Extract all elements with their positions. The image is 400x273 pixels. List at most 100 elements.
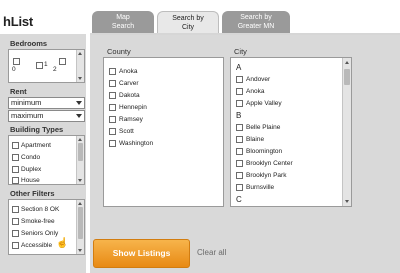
scroll-down-arrow-icon[interactable]	[78, 179, 82, 182]
rent-max-select[interactable]: maximum	[8, 110, 85, 122]
bedrooms-scrollbar[interactable]	[76, 50, 84, 82]
filter-label: Smoke-free	[21, 218, 55, 225]
building-type-house[interactable]: House	[12, 176, 40, 184]
building-type-condo[interactable]: Condo	[12, 153, 40, 163]
rent-max-value: maximum	[11, 111, 44, 120]
building-types-title: Building Types	[10, 125, 64, 134]
scroll-up-arrow-icon[interactable]	[78, 52, 82, 55]
checkbox[interactable]	[236, 99, 243, 107]
other-filters-box: Section 8 OK Smoke-free Seniors Only Acc…	[8, 199, 85, 255]
clear-all-link[interactable]: Clear all	[197, 248, 226, 257]
checkbox[interactable]	[12, 165, 19, 173]
scroll-down-arrow-icon[interactable]	[78, 249, 82, 252]
hand-cursor-icon: ☝	[56, 238, 69, 249]
filter-label: Section 8 OK	[21, 206, 60, 213]
county-item[interactable]: Ramsey	[109, 114, 143, 126]
checkbox[interactable]	[236, 159, 243, 167]
scroll-down-arrow-icon[interactable]	[345, 200, 349, 203]
tab-label-line1: Search by	[172, 15, 204, 22]
show-listings-button[interactable]: Show Listings	[93, 239, 190, 268]
county-item[interactable]: Anoka	[109, 66, 137, 78]
bedrooms-2-checkbox[interactable]	[59, 58, 66, 65]
city-item[interactable]: Apple Valley	[236, 98, 282, 110]
tab-label-line2: City	[181, 24, 195, 31]
checkbox[interactable]	[109, 91, 116, 99]
city-item[interactable]: Brooklyn Park	[236, 170, 286, 182]
filter-section-8[interactable]: Section 8 OK	[12, 205, 59, 215]
scroll-down-arrow-icon[interactable]	[78, 77, 82, 80]
building-type-apartment[interactable]: Apartment	[12, 141, 51, 151]
checkbox[interactable]	[236, 171, 243, 179]
county-label: Anoka	[119, 68, 138, 75]
county-item[interactable]: Hennepin	[109, 102, 147, 114]
checkbox[interactable]	[236, 135, 243, 143]
scroll-thumb[interactable]	[78, 143, 83, 161]
filter-label: Accessible	[21, 242, 53, 249]
county-item[interactable]: Carver	[109, 78, 139, 90]
city-label: Andover	[246, 76, 271, 83]
checkbox[interactable]	[12, 176, 19, 184]
city-item[interactable]: Belle Plaine	[236, 122, 280, 134]
tab-search-by-city[interactable]: Search by City	[157, 11, 219, 34]
checkbox[interactable]	[109, 67, 116, 75]
tab-map-search[interactable]: Map Search	[92, 11, 154, 34]
bedrooms-title: Bedrooms	[10, 39, 48, 48]
letter-heading-a: A	[236, 63, 242, 72]
filter-smoke-free[interactable]: Smoke-free	[12, 217, 55, 227]
county-item[interactable]: Washington	[109, 138, 153, 150]
checkbox[interactable]	[236, 87, 243, 95]
scroll-up-arrow-icon[interactable]	[345, 61, 349, 64]
checkbox[interactable]	[109, 115, 116, 123]
checkbox[interactable]	[109, 103, 116, 111]
scroll-up-arrow-icon[interactable]	[78, 202, 82, 205]
site-logo[interactable]: hList	[3, 14, 33, 29]
county-item[interactable]: Scott	[109, 126, 134, 138]
filter-accessible[interactable]: Accessible	[12, 241, 52, 251]
scroll-thumb[interactable]	[78, 207, 83, 239]
checkbox[interactable]	[236, 147, 243, 155]
city-label: Blaine	[246, 136, 265, 143]
county-title: County	[107, 47, 131, 56]
city-item[interactable]: Anoka	[236, 86, 264, 98]
county-list: Anoka Carver Dakota Hennepin Ramsey Scot…	[103, 57, 224, 207]
city-label: Brooklyn Park	[246, 172, 287, 179]
checkbox[interactable]	[12, 141, 19, 149]
bedrooms-box: 0 1 2	[8, 49, 85, 83]
checkbox[interactable]	[236, 183, 243, 191]
checkbox[interactable]	[109, 139, 116, 147]
checkbox[interactable]	[236, 123, 243, 131]
city-item[interactable]: Andover	[236, 74, 270, 86]
building-type-label: Apartment	[21, 142, 51, 149]
building-type-duplex[interactable]: Duplex	[12, 165, 41, 175]
letter-heading-b: B	[236, 111, 242, 120]
chevron-down-icon	[76, 101, 82, 105]
checkbox[interactable]	[236, 75, 243, 83]
bedrooms-0-checkbox[interactable]	[13, 58, 20, 65]
building-types-scrollbar[interactable]	[76, 136, 84, 184]
city-item[interactable]: Brooklyn Center	[236, 158, 293, 170]
city-item[interactable]: Bloomington	[236, 146, 282, 158]
city-item[interactable]: Blaine	[236, 134, 264, 146]
rent-min-value: minimum	[11, 98, 42, 107]
checkbox[interactable]	[109, 79, 116, 87]
checkbox[interactable]	[12, 153, 19, 161]
scroll-thumb[interactable]	[344, 69, 350, 85]
city-item[interactable]: Burnsville	[236, 182, 274, 194]
filter-seniors-only[interactable]: Seniors Only	[12, 229, 58, 239]
tab-search-by-greater-mn[interactable]: Search by Greater MN	[222, 11, 290, 34]
bedrooms-1-checkbox[interactable]	[36, 62, 43, 69]
tab-label-line2: Greater MN	[237, 23, 275, 30]
other-filters-scrollbar[interactable]	[76, 200, 84, 254]
scroll-up-arrow-icon[interactable]	[78, 138, 82, 141]
checkbox[interactable]	[109, 127, 116, 135]
county-label: Washington	[119, 140, 154, 147]
tab-label-line1: Search by	[240, 14, 272, 21]
county-item[interactable]: Dakota	[109, 90, 140, 102]
checkbox[interactable]	[12, 241, 19, 249]
checkbox[interactable]	[12, 205, 19, 213]
city-scrollbar[interactable]	[342, 58, 351, 206]
checkbox[interactable]	[12, 217, 19, 225]
rent-min-select[interactable]: minimum	[8, 97, 85, 109]
city-label: Belle Plaine	[246, 124, 281, 131]
checkbox[interactable]	[12, 229, 19, 237]
